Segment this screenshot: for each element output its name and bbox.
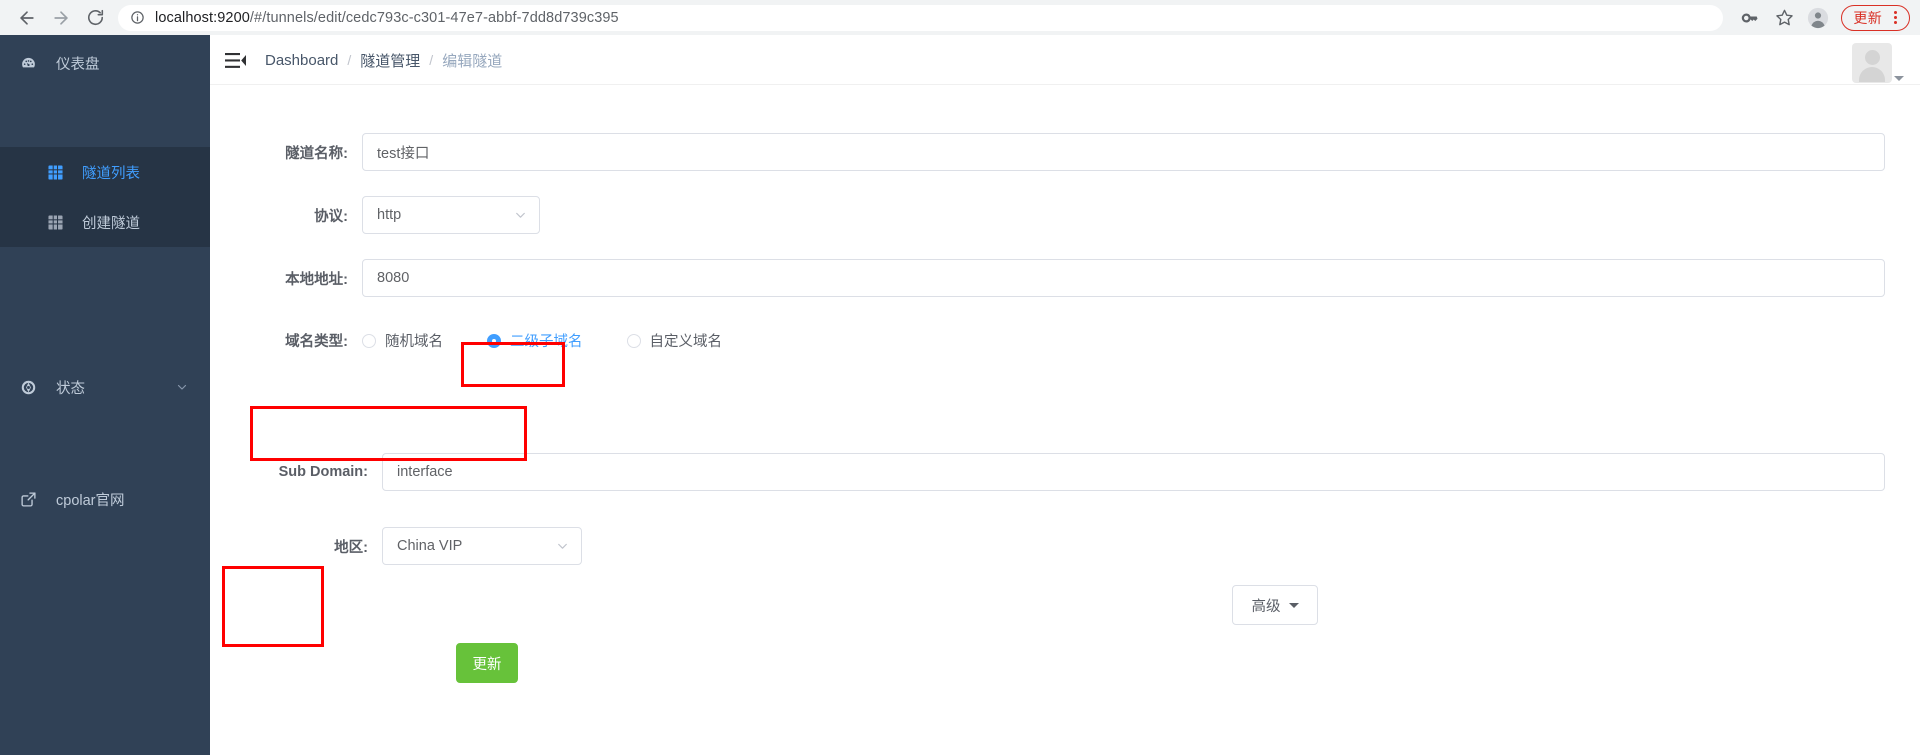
- sub-domain-input[interactable]: interface: [382, 453, 1885, 491]
- caret-down-icon: [1288, 602, 1299, 608]
- form-row-tunnel-name: 隧道名称: test接口: [210, 133, 1895, 171]
- chrome-update-label: 更新: [1853, 9, 1882, 26]
- local-address-input[interactable]: 8080: [362, 259, 1885, 297]
- url-path: /#/tunnels/edit/cedc793c-c301-47e7-abbf-…: [249, 9, 619, 26]
- site-info-icon[interactable]: [130, 10, 145, 25]
- label-sub-domain: Sub Domain:: [278, 464, 368, 480]
- update-button[interactable]: 更新: [456, 643, 518, 683]
- edit-tunnel-form: 隧道名称: test接口 协议: http 本地地址: 8080 域名类型: 随…: [210, 85, 1920, 755]
- breadcrumb-separator: /: [429, 52, 434, 68]
- breadcrumb-separator: /: [347, 52, 352, 68]
- sidebar-item-label-status: 状态: [56, 380, 85, 397]
- sidebar-item-label-tunnel-list: 隧道列表: [82, 165, 140, 182]
- advanced-button-label: 高级: [1251, 598, 1281, 615]
- browser-forward-button[interactable]: [44, 1, 78, 35]
- chevron-down-icon[interactable]: [1894, 76, 1904, 81]
- sidebar-item-create-tunnel[interactable]: 创建隧道: [0, 197, 210, 247]
- radio-sub-domain[interactable]: 二级子域名: [487, 330, 583, 351]
- breadcrumb: Dashboard / 隧道管理 / 编辑隧道: [265, 35, 502, 85]
- grid-table-icon: [48, 164, 70, 180]
- radio-label-random-domain: 随机域名: [385, 334, 443, 350]
- sidebar-item-label-cpolar-website: cpolar官网: [56, 492, 125, 509]
- key-icon[interactable]: [1735, 3, 1765, 33]
- sidebar-item-status[interactable]: 状态: [0, 359, 210, 415]
- radio-dot-icon: [626, 333, 641, 348]
- sidebar-item-label-create-tunnel: 创建隧道: [82, 215, 140, 232]
- radio-dot-icon: [362, 333, 376, 348]
- avatar: [1852, 43, 1892, 83]
- radio-label-custom-domain: 自定义域名: [649, 334, 723, 350]
- radio-custom-domain[interactable]: 自定义域名: [626, 330, 723, 351]
- label-region: 地区:: [334, 539, 368, 556]
- radio-label-sub-domain: 二级子域名: [510, 334, 583, 350]
- chevron-down-icon: [176, 381, 188, 393]
- label-tunnel-name: 隧道名称:: [285, 145, 348, 162]
- sidebar-submenu-tunnel: 隧道列表 创建隧道: [0, 147, 210, 247]
- form-row-region: 地区: China VIP: [210, 527, 582, 565]
- url-host: localhost:9200: [155, 9, 250, 26]
- browser-toolbar: localhost:9200/#/tunnels/edit/cedc793c-c…: [0, 0, 1920, 35]
- breadcrumb-item-tunnel-management[interactable]: 隧道管理: [360, 50, 420, 71]
- tunnel-name-input[interactable]: test接口: [362, 133, 1885, 171]
- protocol-select-value: http: [377, 207, 402, 223]
- dashboard-gauge-icon: [20, 53, 44, 73]
- star-icon[interactable]: [1769, 3, 1799, 33]
- label-domain-type: 域名类型:: [285, 334, 348, 350]
- avatar-head: [1864, 50, 1880, 65]
- chevron-down-icon: [556, 540, 569, 553]
- label-local-address: 本地地址:: [285, 271, 348, 288]
- form-row-protocol: 协议: http: [210, 196, 540, 234]
- grid-plus-icon: [48, 214, 70, 230]
- url-text: localhost:9200/#/tunnels/edit/cedc793c-c…: [155, 10, 619, 26]
- top-navbar: Dashboard / 隧道管理 / 编辑隧道: [210, 35, 1920, 85]
- sidebar-item-tunnel-list[interactable]: 隧道列表: [0, 147, 210, 197]
- app-root: 仪表盘 隧道管理: [0, 35, 1920, 755]
- region-select[interactable]: China VIP: [382, 527, 582, 565]
- radio-random-domain[interactable]: 随机域名: [362, 330, 443, 351]
- form-row-local-address: 本地地址: 8080: [210, 259, 1895, 297]
- chevron-down-icon: [514, 209, 527, 222]
- chrome-update-button[interactable]: 更新: [1841, 4, 1910, 31]
- sidebar: 仪表盘 隧道管理: [0, 35, 210, 755]
- hamburger-collapse-icon[interactable]: [225, 50, 247, 70]
- external-link-icon: [20, 489, 44, 509]
- protocol-select[interactable]: http: [362, 196, 540, 234]
- region-select-value: China VIP: [397, 538, 463, 554]
- sidebar-item-dashboard[interactable]: 仪表盘: [0, 35, 210, 91]
- label-protocol: 协议:: [314, 208, 348, 225]
- breadcrumb-item-edit-tunnel: 编辑隧道: [442, 52, 503, 70]
- radio-dot-icon: [487, 333, 501, 348]
- form-row-sub-domain: Sub Domain: interface: [210, 453, 1895, 491]
- browser-back-button[interactable]: [10, 1, 44, 35]
- domain-type-radio-group: 随机域名 二级子域名 自定义域名: [362, 330, 750, 351]
- advanced-button[interactable]: 高级: [1232, 585, 1318, 625]
- avatar-menu[interactable]: [1852, 43, 1904, 83]
- breadcrumb-item-dashboard[interactable]: Dashboard: [265, 52, 338, 69]
- status-circle-icon: [20, 377, 44, 397]
- kebab-menu-icon[interactable]: [1885, 8, 1905, 28]
- sidebar-item-label-dashboard: 仪表盘: [56, 56, 100, 73]
- form-row-domain-type: 域名类型: 随机域名 二级子域名 自定义域名: [210, 330, 750, 351]
- address-bar[interactable]: localhost:9200/#/tunnels/edit/cedc793c-c…: [118, 4, 1724, 31]
- avatar-body: [1859, 67, 1885, 82]
- profile-avatar-icon[interactable]: [1803, 3, 1833, 33]
- update-button-label: 更新: [472, 656, 502, 673]
- browser-reload-button[interactable]: [78, 1, 112, 35]
- sidebar-item-cpolar-website[interactable]: cpolar官网: [0, 471, 210, 527]
